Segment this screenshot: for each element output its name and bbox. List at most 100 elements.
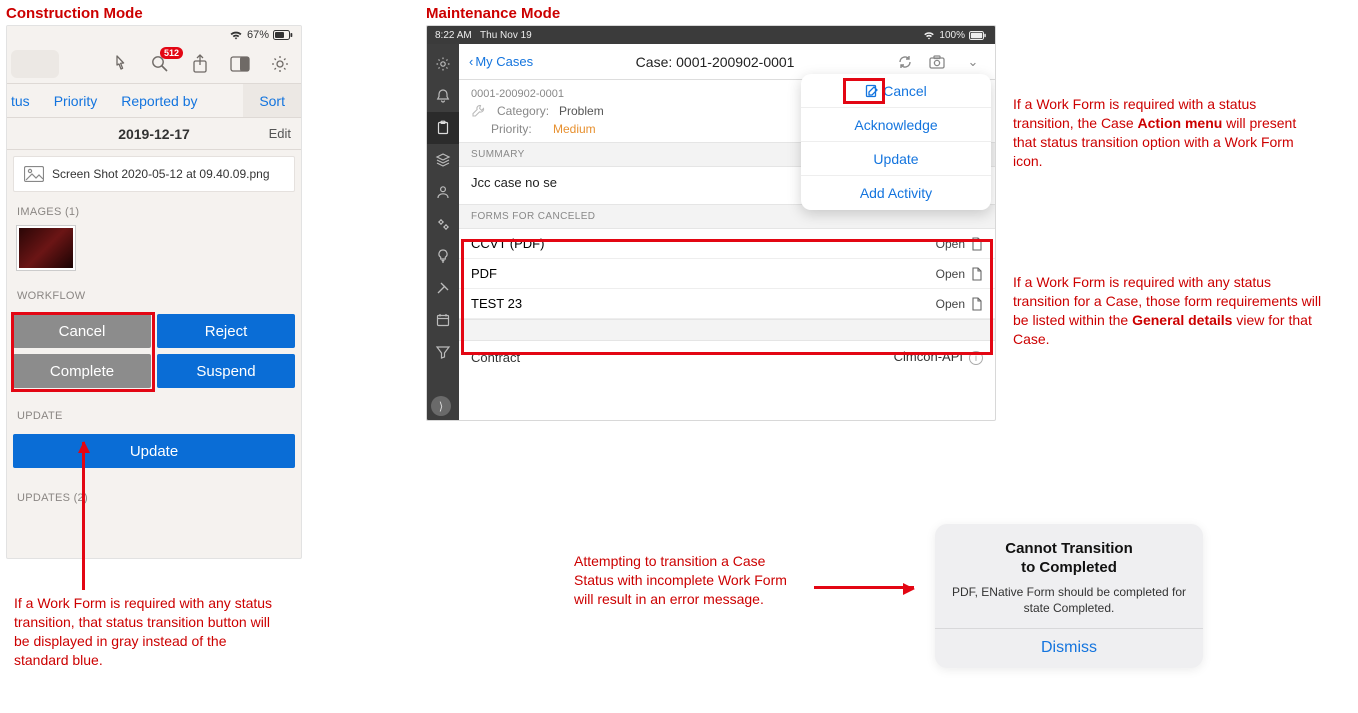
- category-value: Problem: [559, 104, 604, 118]
- form-row[interactable]: CCVT (PDF) Open: [459, 229, 995, 259]
- gear-icon[interactable]: [427, 48, 459, 80]
- update-button[interactable]: Update: [13, 434, 295, 468]
- form-name: CCVT (PDF): [471, 236, 544, 251]
- doc-icon: [971, 237, 983, 251]
- updates-section-label: UPDATES (2): [7, 474, 301, 510]
- toolbar-blank[interactable]: [11, 50, 59, 78]
- heading-maintenance: Maintenance Mode: [426, 4, 560, 24]
- battery-icon: [273, 30, 293, 40]
- workflow-reject-button[interactable]: Reject: [157, 314, 295, 348]
- date-value: 2019-12-17: [118, 126, 190, 142]
- form-action: Open: [936, 237, 965, 251]
- wifi-icon: [923, 31, 935, 40]
- clipboard-icon[interactable]: [427, 112, 459, 144]
- status-time: 8:22 AM: [435, 30, 472, 41]
- filter-sort[interactable]: Sort: [243, 84, 301, 117]
- battery-percent: 67%: [247, 29, 269, 41]
- annotation-action-menu: If a Work Form is required with a status…: [1013, 95, 1319, 171]
- status-date: Thu Nov 19: [480, 30, 532, 41]
- action-cancel[interactable]: Cancel: [801, 74, 991, 108]
- maintenance-screenshot: 8:22 AM Thu Nov 19 100% ⟩ ‹ My Cases: [426, 25, 996, 421]
- filter-priority[interactable]: Priority: [42, 93, 110, 109]
- share-icon[interactable]: [183, 49, 217, 79]
- date-row: 2019-12-17 Edit: [7, 118, 301, 150]
- workflow-cancel-button[interactable]: Cancel: [13, 314, 151, 348]
- wifi-icon: [229, 30, 243, 40]
- annotation-error-msg: Attempting to transition a Case Status w…: [574, 552, 790, 609]
- filter-icon[interactable]: [427, 336, 459, 368]
- priority-value: Medium: [553, 122, 596, 136]
- action-add-activity[interactable]: Add Activity: [801, 176, 991, 210]
- bulb-icon[interactable]: [427, 240, 459, 272]
- chevron-left-icon: ‹: [469, 54, 473, 69]
- search-badge: 512: [160, 47, 183, 59]
- heading-construction: Construction Mode: [6, 4, 143, 24]
- pointer-icon[interactable]: [103, 49, 137, 79]
- doc-icon: [971, 267, 983, 281]
- alert-message: PDF, ENative Form should be completed fo…: [949, 584, 1189, 616]
- back-button[interactable]: ‹ My Cases: [469, 54, 533, 69]
- alert-dismiss-button[interactable]: Dismiss: [935, 628, 1203, 668]
- action-acknowledge[interactable]: Acknowledge: [801, 108, 991, 142]
- form-name: PDF: [471, 266, 497, 281]
- category-key: Category:: [497, 104, 553, 118]
- camera-icon[interactable]: [929, 55, 953, 69]
- form-row[interactable]: TEST 23 Open: [459, 289, 995, 319]
- forms-block: FORMS FOR CANCELED CCVT (PDF) Open PDF O…: [459, 204, 995, 319]
- edit-link[interactable]: Edit: [269, 126, 291, 141]
- bell-icon[interactable]: [427, 80, 459, 112]
- info-icon[interactable]: i: [969, 351, 983, 365]
- image-thumbnail[interactable]: [17, 226, 75, 270]
- spacer: [459, 319, 995, 341]
- battery-icon: [969, 31, 987, 40]
- contract-row[interactable]: Contract Cimcon-API i: [459, 341, 995, 373]
- arrow-error-to-alert: [814, 586, 914, 589]
- calendar-icon[interactable]: [427, 304, 459, 336]
- back-label: My Cases: [475, 54, 533, 69]
- panel-icon[interactable]: [223, 49, 257, 79]
- form-icon: [865, 84, 879, 98]
- action-update[interactable]: Update: [801, 142, 991, 176]
- toolbar: 512: [7, 44, 301, 84]
- workflow-suspend-button[interactable]: Suspend: [157, 354, 295, 388]
- filter-reported-by[interactable]: Reported by: [109, 93, 209, 109]
- wrench-icon: [471, 104, 485, 118]
- status-bar: 8:22 AM Thu Nov 19 100%: [427, 26, 995, 44]
- layers-icon[interactable]: [427, 144, 459, 176]
- doc-icon: [971, 297, 983, 311]
- search-icon[interactable]: 512: [143, 49, 177, 79]
- user-icon[interactable]: [427, 176, 459, 208]
- tools-icon[interactable]: [427, 272, 459, 304]
- construction-screenshot: 67% 512 tus Priority Reported by Sort 2: [6, 25, 302, 559]
- contract-key: Contract: [471, 350, 520, 365]
- attachment-row[interactable]: Screen Shot 2020-05-12 at 09.40.09.png: [13, 156, 295, 192]
- images-section-label: IMAGES (1): [7, 192, 301, 224]
- filter-bar: tus Priority Reported by Sort: [7, 84, 301, 118]
- annotation-general-details: If a Work Form is required with any stat…: [1013, 273, 1325, 349]
- form-action: Open: [936, 267, 965, 281]
- arrow-gray-buttons: [82, 442, 85, 590]
- priority-key: Priority:: [491, 122, 547, 136]
- contract-value: Cimcon-API: [894, 349, 963, 364]
- workflow-complete-button[interactable]: Complete: [13, 354, 151, 388]
- expand-sidebar-icon[interactable]: ⟩: [431, 396, 451, 416]
- image-icon: [24, 166, 44, 182]
- refresh-icon[interactable]: [897, 54, 921, 70]
- form-name: TEST 23: [471, 296, 522, 311]
- action-label: Cancel: [883, 83, 927, 99]
- workflow-section-label: WORKFLOW: [7, 270, 301, 308]
- form-action: Open: [936, 297, 965, 311]
- action-menu-popover: Cancel Acknowledge Update Add Activity: [801, 74, 991, 210]
- form-row[interactable]: PDF Open: [459, 259, 995, 289]
- status-bar: 67%: [7, 26, 301, 44]
- alert-title: Cannot Transition to Completed: [949, 540, 1189, 578]
- battery-percent: 100%: [939, 30, 965, 41]
- attachment-name: Screen Shot 2020-05-12 at 09.40.09.png: [52, 167, 270, 181]
- filter-tus[interactable]: tus: [7, 93, 42, 109]
- update-section-label: UPDATE: [7, 388, 301, 428]
- page-title: Case: 0001-200902-0001: [541, 54, 889, 70]
- chevron-down-icon[interactable]: ⌄: [961, 54, 985, 70]
- alert-dialog: Cannot Transition to Completed PDF, ENat…: [935, 524, 1203, 668]
- gear-icon[interactable]: [263, 49, 297, 79]
- gears-icon[interactable]: [427, 208, 459, 240]
